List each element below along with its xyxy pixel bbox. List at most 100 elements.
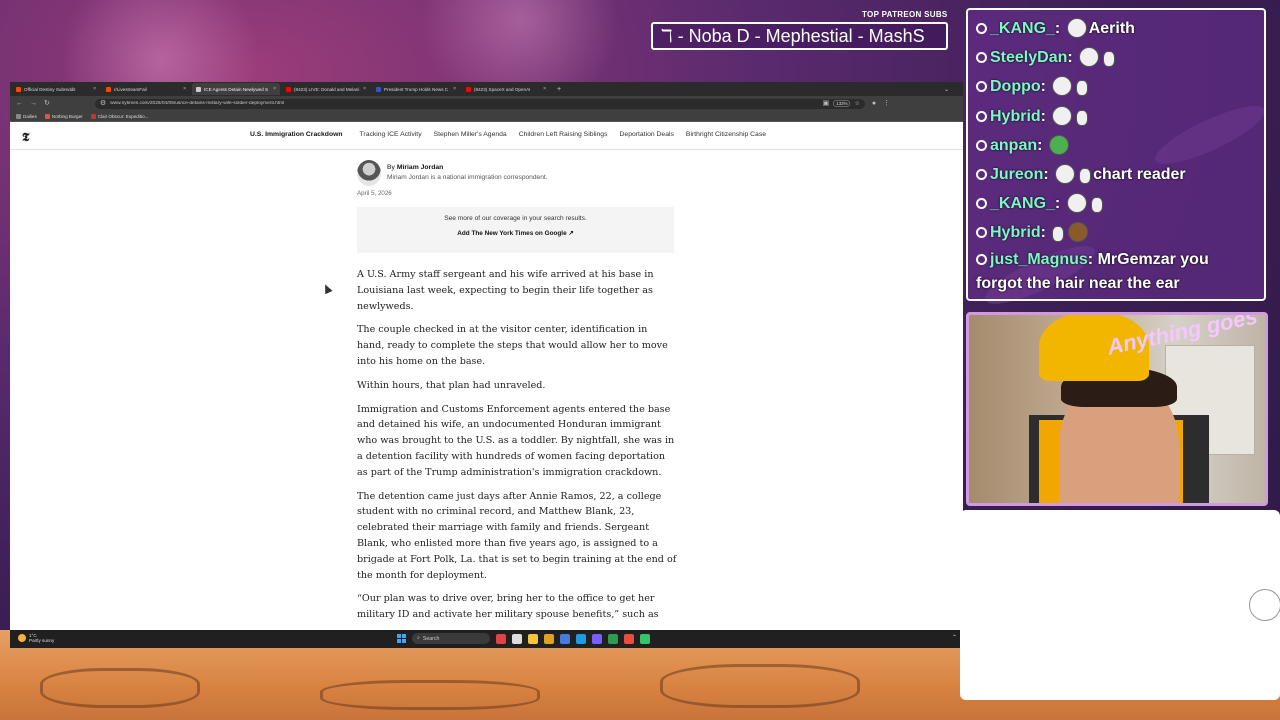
google-promo: See more of our coverage in your search … [357,207,674,253]
navigation-bar: ← → ↻ ⚙ www.nytimes.com/2026/04/05/us/ic… [10,96,963,111]
bookmark-icon [16,113,21,119]
tab-label: (8423) LIVE: Donald and Melani [294,86,360,92]
browser-tab[interactable]: ICE Agents Detain Newlywed S × [192,83,280,95]
bookmark-item[interactable]: Dailies [16,113,37,119]
browser-tab[interactable]: President Trump Holds News C × [372,83,460,95]
tab-label: (8423) SpaceX and OpenAI [474,86,531,92]
bookmark-label: Dailies [23,113,37,119]
taskbar-search-label: Search [422,635,440,642]
taskbar-center: ⌕ Search [397,633,650,644]
tab-close-icon[interactable]: × [273,86,276,92]
chat-username: Hybrid [990,107,1041,125]
article-paragraph: Immigration and Customs Enforcement agen… [357,403,675,478]
search-icon: ⌕ [417,635,420,641]
chat-emote-icon [1055,164,1076,185]
browser-tab[interactable]: (8423) SpaceX and OpenAI × [462,83,550,95]
tab-close-icon[interactable]: × [93,86,96,92]
add-nyt-google-button[interactable]: Add The New York Times on Google ↗ [457,229,574,237]
chat-badge-icon [976,169,987,181]
chat-colon: : [1043,166,1054,184]
tab-favicon-icon [196,86,201,92]
chat-badge-icon [976,110,987,122]
chat-message: SteelyDan: [976,43,1256,72]
promo-text: See more of our coverage in your search … [444,215,587,222]
nyt-nav-link[interactable]: Birthright Citizenship Case [686,131,766,138]
article-paragraph: The detention came just days after Annie… [357,490,677,581]
new-tab-icon[interactable]: + [552,86,566,93]
tab-close-icon[interactable]: × [453,86,456,92]
taskbar-search[interactable]: ⌕ Search [412,633,490,644]
author-description: Miriam Jordan is a national immigration … [387,174,548,181]
browser-tab[interactable]: Official Destiny Subreddit × [12,83,100,95]
article-date: April 5, 2026 [357,190,392,197]
chat-text: chart reader [1093,166,1186,184]
article-paragraph: A U.S. Army staff sergeant and his wife … [357,269,654,312]
chat-colon: : [1037,136,1047,154]
chat-colon: : [1054,20,1065,37]
floor-crack [320,680,540,710]
tab-list-icon[interactable]: ⌄ [944,86,963,93]
tab-close-icon[interactable]: × [543,86,546,92]
nyt-nav-link[interactable]: Stephen Miller's Agenda [434,131,507,138]
chat-colon: : [1067,49,1078,67]
floor-crack [660,664,860,708]
chat-colon: : [1054,195,1065,213]
taskbar-app-icon[interactable] [528,633,538,644]
taskbar-app-icon[interactable] [640,633,650,644]
screenshot-icon[interactable]: ▣ [823,100,830,107]
bookmark-item[interactable]: Nothing Burger [44,113,83,119]
chat-badge-icon [976,23,987,34]
nyt-nav-link[interactable]: Children Left Raising Siblings [519,131,608,138]
bookmark-icon [90,113,96,119]
taskbar-app-icon[interactable] [512,633,522,644]
author-avatar[interactable] [357,160,381,186]
tab-close-icon[interactable]: × [363,86,366,92]
taskbar-app-icon[interactable] [624,633,634,644]
tab-label: President Trump Holds News C [384,86,449,92]
taskbar-app-icon[interactable] [592,633,602,644]
chat-badge-icon [976,139,987,151]
chat-text: Aerith [1088,20,1135,37]
nyt-nav-link[interactable]: U.S. Immigration Crackdown [250,131,343,138]
nyt-logo-icon[interactable]: 𝕿 [22,130,29,145]
windows-start-icon[interactable] [397,634,406,643]
chat-emote-icon [1103,51,1116,68]
taskbar-app-icon[interactable] [608,633,618,644]
site-info-icon[interactable]: ⚙ [100,100,106,107]
chat-emote-icon [1090,197,1103,214]
taskbar-app-icon[interactable] [560,633,570,644]
taskbar-app-icon[interactable] [576,633,586,644]
sun-icon [18,634,26,642]
reload-icon[interactable]: ↻ [44,100,50,107]
bookmark-star-icon[interactable]: ☆ [854,100,859,107]
chat-username: _KANG_ [990,195,1055,213]
nyt-nav-link[interactable]: Deportation Deals [620,131,674,138]
nyt-nav-link[interactable]: Tracking ICE Activity [360,131,422,138]
chat-colon: : [1040,78,1051,96]
back-icon[interactable]: ← [16,100,23,107]
extension-icon[interactable]: ● [872,100,876,107]
tab-favicon-icon [466,86,471,92]
article-paragraph: Within hours, that plan had unraveled. [357,379,546,391]
url-text[interactable]: www.nytimes.com/2026/04/05/us/ice-detain… [110,101,818,106]
article: By Miriam Jordan Miriam Jordan is a nati… [357,160,677,631]
browser-tab[interactable]: (8423) LIVE: Donald and Melani × [282,83,370,95]
author-name[interactable]: Miriam Jordan [397,164,443,171]
taskbar-app-icon[interactable] [496,633,506,644]
forward-icon[interactable]: → [30,100,37,107]
browser-window: Official Destiny Subreddit × r/LivestreamF… [10,82,963,648]
weather-widget[interactable]: 1°C Partly sunny [18,633,54,643]
taskbar-app-icon[interactable] [544,633,554,644]
circle-button[interactable] [1249,589,1280,621]
bookmark-item[interactable]: Clair Obscur: Expeditio... [90,113,149,119]
nyt-section-nav: U.S. Immigration Crackdown Tracking ICE A… [250,131,778,138]
chat-badge-icon [976,81,987,93]
address-bar[interactable]: ⚙ www.nytimes.com/2026/04/05/us/ice-deta… [94,98,865,109]
browser-tab[interactable]: r/LivestreamFail × [102,83,190,95]
tab-close-icon[interactable]: × [183,86,186,92]
zoom-level[interactable]: 133% [833,100,851,107]
tray-chevron-icon[interactable]: ⌃ [952,634,957,641]
chat-username: _KANG_ [990,20,1055,37]
menu-icon[interactable]: ⋮ [883,100,890,107]
nyt-header: 𝕿 U.S. Immigration Crackdown Tracking ICE… [10,122,963,150]
